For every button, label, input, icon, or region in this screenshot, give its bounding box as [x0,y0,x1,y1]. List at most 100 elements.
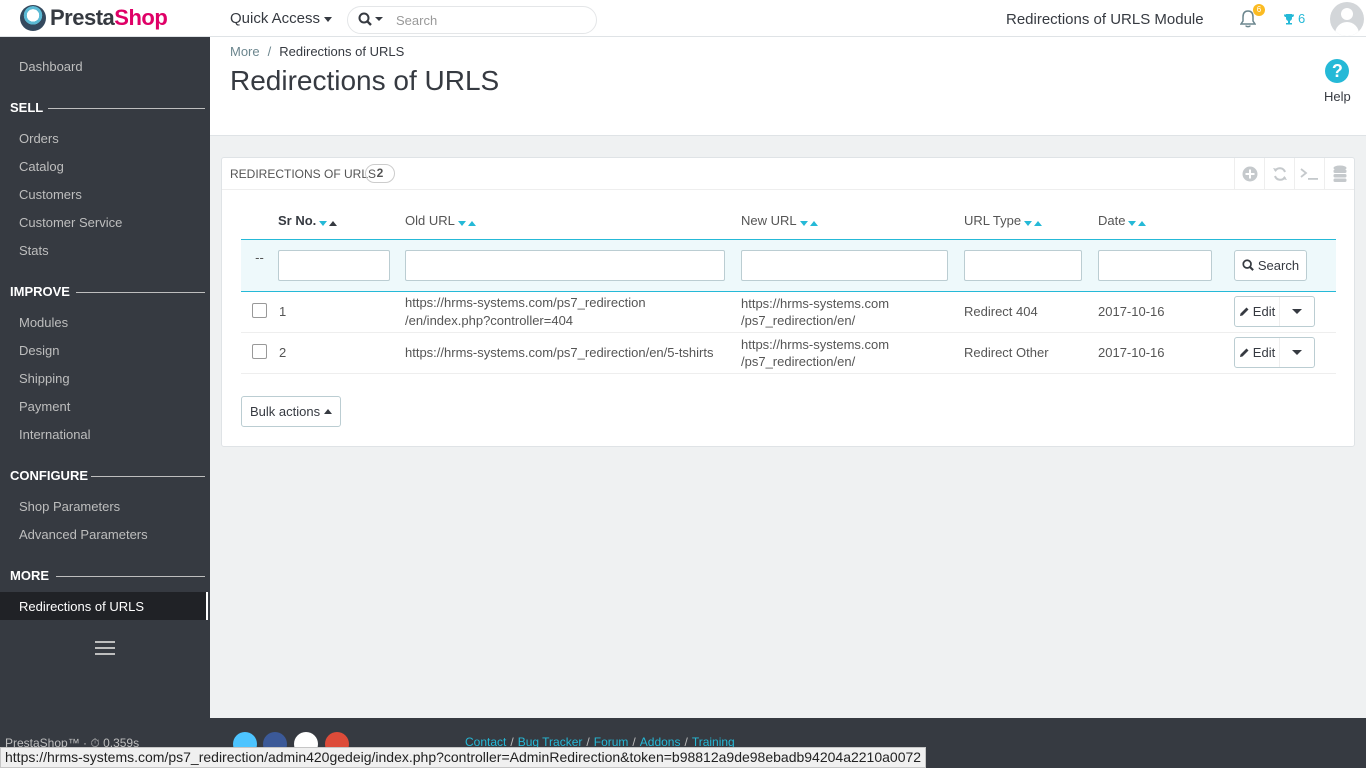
sidebar-item-shop-parameters[interactable]: Shop Parameters [19,499,120,514]
search-type-dropdown[interactable] [358,12,384,26]
column-header-sr-no[interactable]: Sr No. [278,203,405,239]
sidebar-section-configure: CONFIGURE [10,468,205,483]
user-avatar[interactable] [1330,2,1364,36]
sidebar-item-payment[interactable]: Payment [19,399,70,414]
caret-down-icon [1292,309,1302,314]
sidebar-item-stats[interactable]: Stats [19,243,49,258]
column-header-url-type[interactable]: URL Type [964,203,1098,239]
caret-down-icon [1292,350,1302,355]
quick-access-label: Quick Access [230,10,321,27]
table-header-row: Sr No. Old URL New URL URL Type Date [241,203,1336,239]
sort-arrows-icon[interactable] [1024,214,1043,229]
header-search-input[interactable] [396,11,586,29]
cell-date: 2017-10-16 [1098,332,1234,374]
cell-url-type: Redirect Other [964,332,1098,374]
filter-row: -- Search [241,238,1336,292]
search-button[interactable]: Search [1234,249,1307,281]
sidebar-section-improve: IMPROVE [10,284,205,299]
sidebar-item-catalog[interactable]: Catalog [19,159,64,174]
puffin-logo-icon [20,5,46,31]
refresh-list-button[interactable] [1264,158,1294,189]
prestashop-logo[interactable]: PrestaShop [20,5,168,31]
logo-text-part2: Shop [114,5,168,30]
sidebar-section-more: MORE [10,568,205,583]
export-sql-manager-button[interactable] [1324,158,1354,189]
sort-arrows-icon[interactable] [799,214,818,229]
database-icon [1333,165,1346,182]
sidebar-item-dashboard[interactable]: Dashboard [19,59,83,74]
help-button[interactable]: ? Help [1324,59,1351,104]
notifications-count-badge: 6 [1253,4,1265,16]
cell-sr-no: 1 [278,291,405,333]
table-row[interactable]: 1 https://hrms-systems.com/ps7_redirecti… [241,291,1336,333]
redirections-panel: Redirections of URLS 2 Sr No. Old URL [221,157,1355,447]
header-search [347,6,597,34]
row-actions-dropdown[interactable] [1280,297,1314,326]
column-header-date[interactable]: Date [1098,203,1234,239]
row-actions: Edit [1234,337,1315,368]
help-icon: ? [1325,59,1350,83]
table-row[interactable]: 2 https://hrms-systems.com/ps7_redirecti… [241,332,1336,374]
sidebar-item-modules[interactable]: Modules [19,315,68,330]
row-actions: Edit [1234,296,1315,327]
row-checkbox[interactable] [252,302,267,318]
sort-arrows-icon[interactable] [1128,214,1147,229]
add-new-button[interactable] [1234,158,1264,189]
cell-sr-no: 2 [278,332,405,374]
breadcrumb: More / Redirections of URLS [230,44,405,59]
edit-button[interactable]: Edit [1235,297,1280,326]
row-checkbox[interactable] [252,343,267,359]
cell-url-type: Redirect 404 [964,291,1098,333]
show-sql-button[interactable] [1294,158,1324,189]
sidebar-item-advanced-parameters[interactable]: Advanced Parameters [19,527,148,542]
filter-date-input[interactable] [1098,249,1212,281]
quick-access-dropdown[interactable]: Quick Access [230,10,333,27]
edit-button[interactable]: Edit [1235,338,1280,367]
filter-placeholder: -- [241,238,278,292]
caret-down-icon [375,17,383,21]
sidebar-item-orders[interactable]: Orders [19,131,59,146]
sidebar-item-customer-service[interactable]: Customer Service [19,215,122,230]
sidebar-nav: Dashboard SELL Orders Catalog Customers … [0,37,210,768]
cell-new-url: https://hrms-systems.com/ps7_redirection… [741,332,964,374]
cell-old-url: https://hrms-systems.com/ps7_redirection… [405,291,741,333]
sidebar-item-customers[interactable]: Customers [19,187,82,202]
filter-old-url-input[interactable] [405,249,725,281]
filter-sr-no-input[interactable] [278,249,390,281]
sort-arrows-icon[interactable] [319,214,338,229]
search-icon [1242,259,1254,271]
sidebar-item-international[interactable]: International [19,427,91,442]
collapse-menu-icon[interactable] [95,641,115,655]
employee-count: 6 [1298,11,1306,26]
cell-old-url: https://hrms-systems.com/ps7_redirection… [405,332,741,374]
sidebar-item-redirections-of-urls[interactable]: Redirections of URLS [0,592,208,620]
cell-new-url: https://hrms-systems.com/ps7_redirection… [741,291,964,333]
sidebar-item-design[interactable]: Design [19,343,59,358]
pencil-icon [1239,348,1249,357]
module-title-link[interactable]: Redirections of URLS Module [1006,11,1204,28]
sidebar-section-sell: SELL [10,100,205,115]
bulk-actions-button[interactable]: Bulk actions [241,396,342,427]
terminal-icon [1299,167,1318,180]
sidebar-item-label: Redirections of URLS [19,599,144,614]
breadcrumb-parent[interactable]: More [230,44,260,59]
caret-up-icon [324,409,333,414]
help-label: Help [1324,89,1351,104]
page-header: More / Redirections of URLS Redirections o… [210,37,1366,136]
row-actions-dropdown[interactable] [1280,338,1314,367]
browser-status-bar: https://hrms-systems.com/ps7_redirection… [0,747,927,768]
employee-trophy-button[interactable]: 6 [1283,11,1305,26]
column-header-new-url[interactable]: New URL [741,203,964,239]
filter-url-type-input[interactable] [964,249,1082,281]
plus-circle-icon [1242,166,1257,181]
page-title: Redirections of URLS [230,65,500,96]
logo-text-part1: Presta [50,5,115,30]
sidebar-item-shipping[interactable]: Shipping [19,371,70,386]
column-header-old-url[interactable]: Old URL [405,203,741,239]
refresh-icon [1272,166,1287,181]
trophy-icon [1284,13,1294,24]
sort-arrows-icon[interactable] [457,214,476,229]
caret-down-icon [324,16,333,22]
filter-new-url-input[interactable] [741,249,948,281]
panel-heading: Redirections of URLS 2 [222,158,1354,190]
